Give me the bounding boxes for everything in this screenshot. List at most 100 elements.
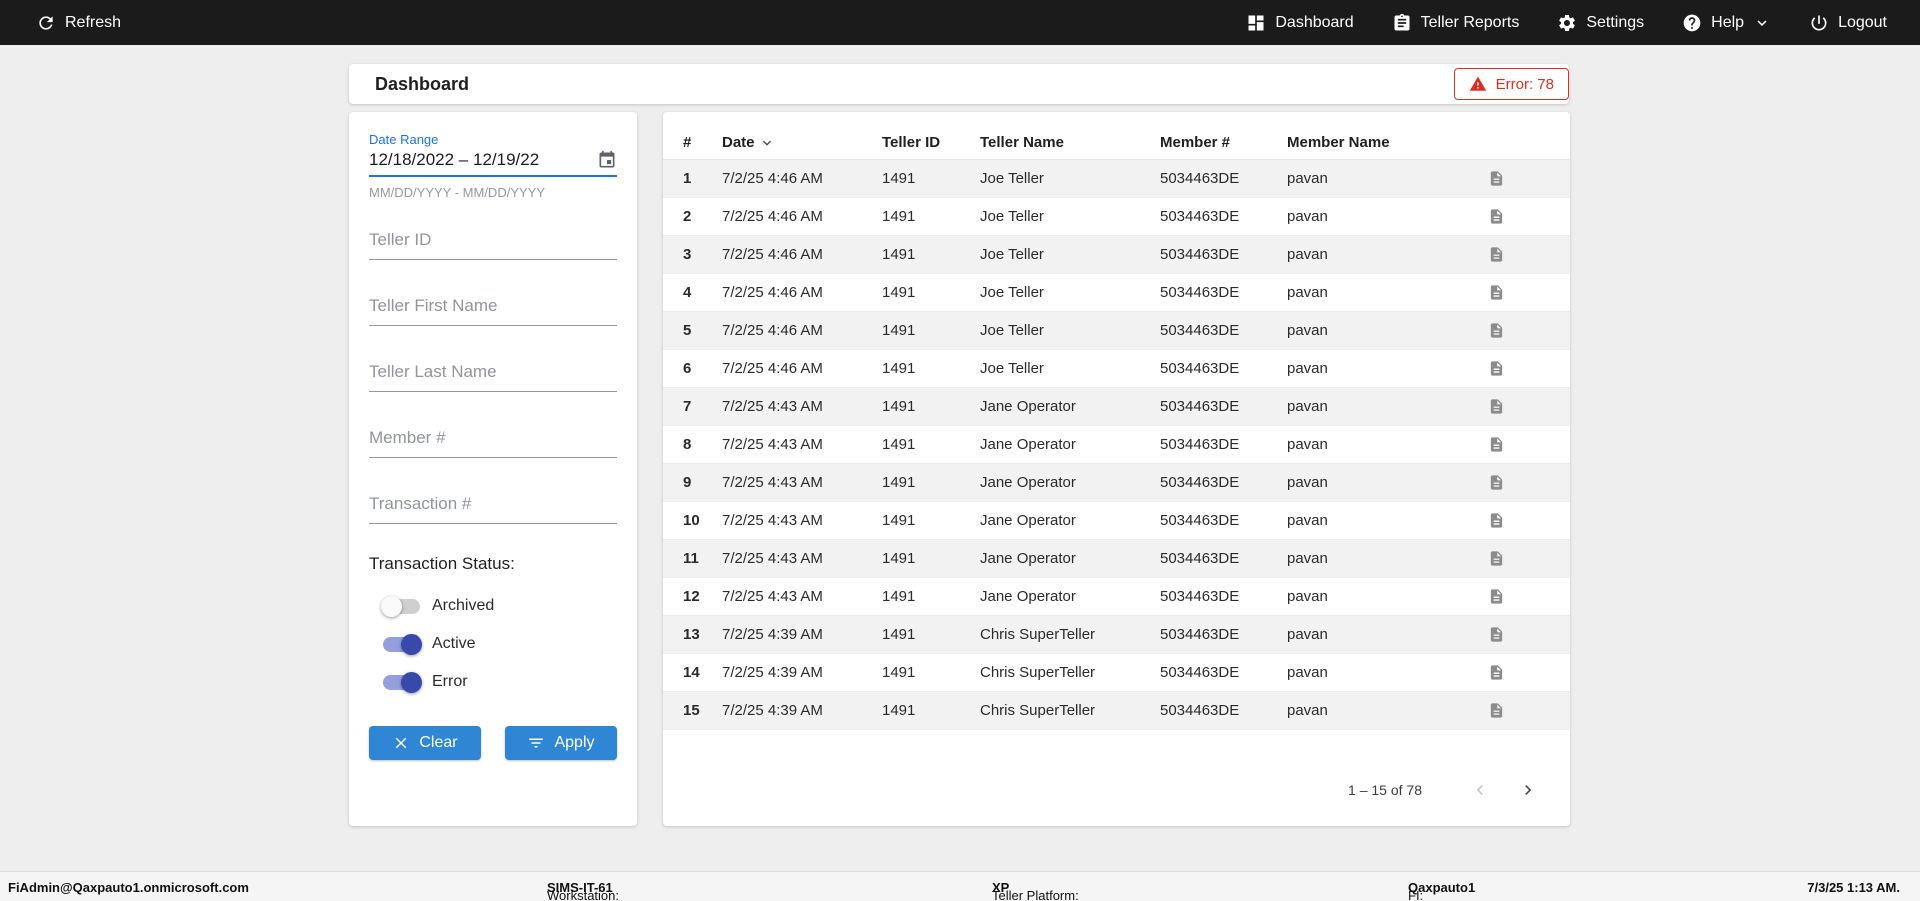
- table-row[interactable]: 12 7/2/25 4:43 AM 1491 Jane Operator 503…: [663, 578, 1570, 616]
- row-date: 7/2/25 4:46 AM: [722, 208, 823, 225]
- date-range-input[interactable]: [369, 150, 591, 170]
- column-header-teller-name: Teller Name: [980, 134, 1064, 151]
- note-icon[interactable]: [1488, 322, 1505, 339]
- row-teller-id: 1491: [882, 360, 916, 377]
- row-member-num: 5034463DE: [1160, 588, 1240, 605]
- row-number: 9: [683, 474, 692, 491]
- row-teller-id: 1491: [882, 322, 916, 339]
- clear-button-label: Clear: [419, 734, 458, 751]
- row-member-num: 5034463DE: [1160, 550, 1240, 567]
- table-row[interactable]: 15 7/2/25 4:39 AM 1491 Chris SuperTeller…: [663, 692, 1570, 730]
- calendar-icon[interactable]: [597, 150, 617, 170]
- nav-help-button[interactable]: Help: [1682, 13, 1771, 33]
- table-row[interactable]: 2 7/2/25 4:46 AM 1491 Joe Teller 5034463…: [663, 198, 1570, 236]
- note-icon[interactable]: [1488, 246, 1505, 263]
- note-icon[interactable]: [1488, 588, 1505, 605]
- refresh-label: Refresh: [65, 13, 122, 31]
- column-header-num: #: [683, 134, 692, 151]
- table-row[interactable]: 8 7/2/25 4:43 AM 1491 Jane Operator 5034…: [663, 426, 1570, 464]
- error-badge[interactable]: Error: 78: [1453, 68, 1569, 100]
- row-number: 11: [683, 550, 699, 567]
- row-number: 13: [683, 626, 700, 643]
- previous-page-button[interactable]: [1462, 772, 1498, 808]
- results-table-card: # Date Teller ID Teller Name Member # Me…: [663, 112, 1570, 826]
- nav-settings-button[interactable]: Settings: [1557, 13, 1644, 33]
- error-toggle[interactable]: Error: [383, 670, 617, 694]
- row-member-num: 5034463DE: [1160, 170, 1240, 187]
- error-switch-knob: [401, 671, 422, 693]
- note-icon[interactable]: [1488, 512, 1505, 529]
- table-row[interactable]: 13 7/2/25 4:39 AM 1491 Chris SuperTeller…: [663, 616, 1570, 654]
- row-teller-id: 1491: [882, 398, 916, 415]
- close-icon: [392, 734, 410, 752]
- chevron-right-icon: [1518, 780, 1538, 800]
- note-icon[interactable]: [1488, 550, 1505, 567]
- row-teller-id: 1491: [882, 550, 916, 567]
- nav-dashboard-button[interactable]: Dashboard: [1246, 13, 1354, 33]
- table-row[interactable]: 9 7/2/25 4:43 AM 1491 Jane Operator 5034…: [663, 464, 1570, 502]
- note-icon[interactable]: [1488, 626, 1505, 643]
- row-date: 7/2/25 4:43 AM: [722, 588, 823, 605]
- table-row[interactable]: 4 7/2/25 4:46 AM 1491 Joe Teller 5034463…: [663, 274, 1570, 312]
- table-row[interactable]: 5 7/2/25 4:46 AM 1491 Joe Teller 5034463…: [663, 312, 1570, 350]
- archived-toggle[interactable]: Archived: [381, 594, 617, 618]
- row-number: 8: [683, 436, 692, 453]
- note-icon[interactable]: [1488, 284, 1505, 301]
- row-teller-id: 1491: [882, 664, 916, 681]
- row-number: 1: [683, 170, 692, 187]
- column-header-member-name: Member Name: [1287, 134, 1390, 151]
- row-date: 7/2/25 4:43 AM: [722, 398, 823, 415]
- table-row[interactable]: 7 7/2/25 4:43 AM 1491 Jane Operator 5034…: [663, 388, 1570, 426]
- row-member-num: 5034463DE: [1160, 512, 1240, 529]
- table-header-row: # Date Teller ID Teller Name Member # Me…: [663, 126, 1570, 160]
- page-title: Dashboard: [375, 73, 470, 94]
- row-teller-name: Joe Teller: [980, 246, 1044, 263]
- active-toggle-label: Active: [432, 635, 476, 652]
- table-row[interactable]: 10 7/2/25 4:43 AM 1491 Jane Operator 503…: [663, 502, 1570, 540]
- note-icon[interactable]: [1488, 702, 1505, 719]
- logout-button[interactable]: Logout: [1809, 13, 1887, 33]
- row-member-name: pavan: [1287, 512, 1328, 529]
- row-teller-name: Chris SuperTeller: [980, 664, 1096, 681]
- teller-first-name-input[interactable]: [369, 296, 617, 326]
- column-header-date[interactable]: Date: [722, 134, 882, 151]
- error-switch-track: [383, 671, 422, 693]
- row-number: 4: [683, 284, 692, 301]
- note-icon[interactable]: [1488, 474, 1505, 491]
- clear-button[interactable]: Clear: [369, 726, 481, 760]
- row-member-num: 5034463DE: [1160, 284, 1240, 301]
- row-member-num: 5034463DE: [1160, 474, 1240, 491]
- note-icon[interactable]: [1488, 208, 1505, 225]
- note-icon[interactable]: [1488, 170, 1505, 187]
- table-row[interactable]: 11 7/2/25 4:43 AM 1491 Jane Operator 503…: [663, 540, 1570, 578]
- row-date: 7/2/25 4:43 AM: [722, 436, 823, 453]
- row-member-name: pavan: [1287, 360, 1328, 377]
- next-page-button[interactable]: [1510, 772, 1546, 808]
- row-member-name: pavan: [1287, 170, 1328, 187]
- teller-id-input[interactable]: [369, 230, 617, 260]
- sort-descending-icon: [759, 135, 775, 151]
- table-row[interactable]: 1 7/2/25 4:46 AM 1491 Joe Teller 5034463…: [663, 160, 1570, 198]
- member-number-input[interactable]: [369, 428, 617, 458]
- note-icon[interactable]: [1488, 398, 1505, 415]
- transaction-number-input[interactable]: [369, 494, 617, 524]
- status-footer: FiAdmin@Qaxpauto1.onmicrosoft.com Workst…: [0, 871, 1920, 901]
- row-member-num: 5034463DE: [1160, 246, 1240, 263]
- note-icon[interactable]: [1488, 360, 1505, 377]
- active-toggle[interactable]: Active: [383, 632, 617, 656]
- row-member-name: pavan: [1287, 208, 1328, 225]
- note-icon[interactable]: [1488, 436, 1505, 453]
- table-row[interactable]: 6 7/2/25 4:46 AM 1491 Joe Teller 5034463…: [663, 350, 1570, 388]
- row-member-name: pavan: [1287, 246, 1328, 263]
- table-row[interactable]: 14 7/2/25 4:39 AM 1491 Chris SuperTeller…: [663, 654, 1570, 692]
- row-number: 12: [683, 588, 700, 605]
- nav-teller-reports-button[interactable]: Teller Reports: [1392, 13, 1519, 33]
- teller-last-name-input[interactable]: [369, 362, 617, 392]
- note-icon[interactable]: [1488, 664, 1505, 681]
- row-date: 7/2/25 4:43 AM: [722, 550, 823, 567]
- table-row[interactable]: 3 7/2/25 4:46 AM 1491 Joe Teller 5034463…: [663, 236, 1570, 274]
- refresh-button[interactable]: Refresh: [36, 13, 121, 33]
- row-teller-id: 1491: [882, 588, 916, 605]
- table-body: 1 7/2/25 4:46 AM 1491 Joe Teller 5034463…: [663, 160, 1570, 730]
- apply-button[interactable]: Apply: [505, 726, 617, 760]
